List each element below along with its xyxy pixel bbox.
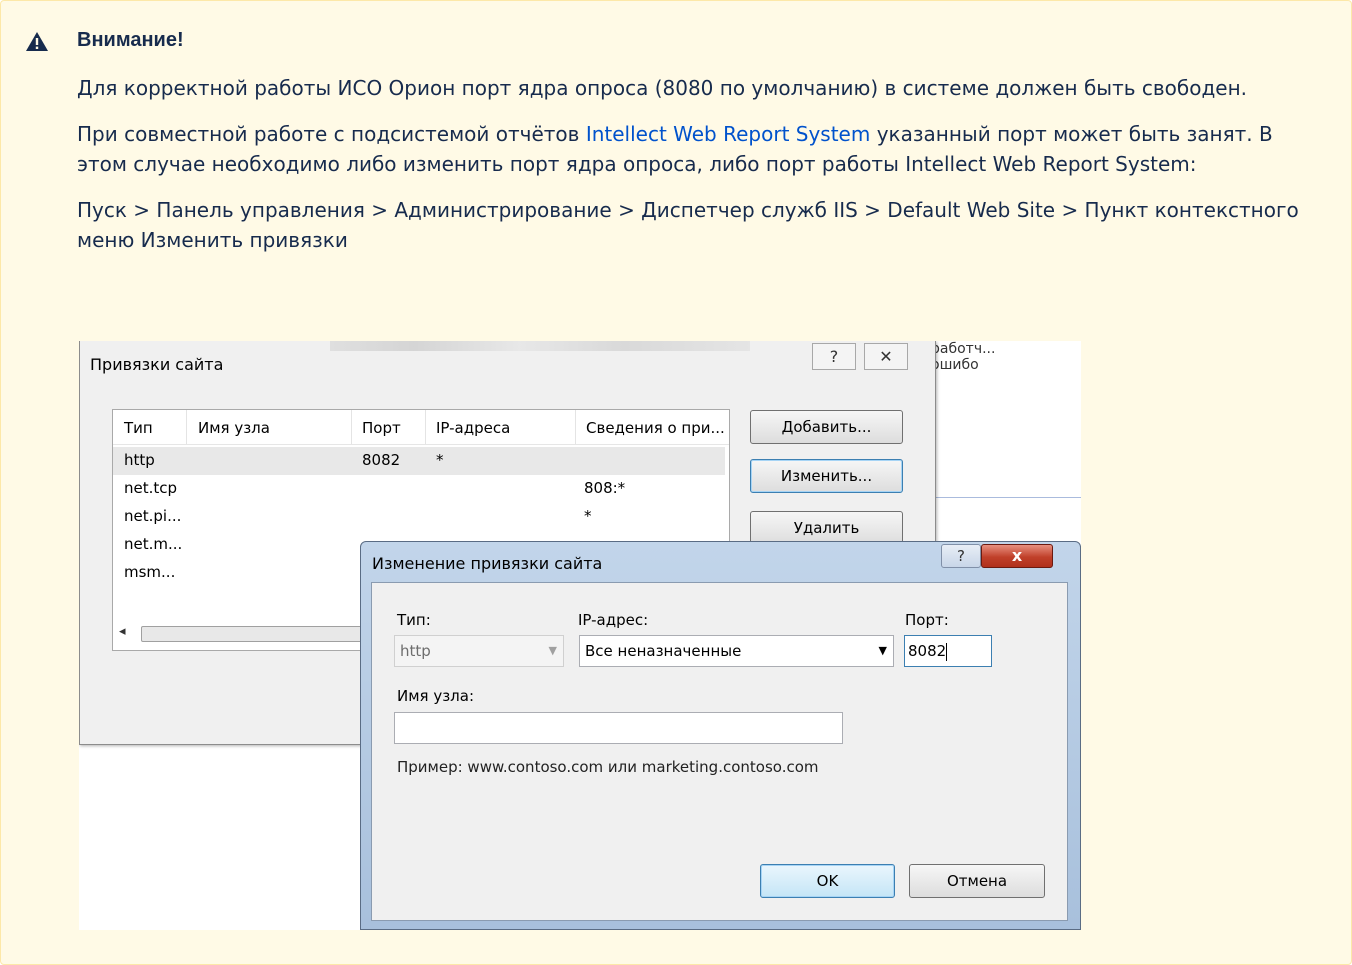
paragraph2-text-start: При совместной работе с подсистемой отчё…	[77, 122, 586, 146]
blurred-toolbar	[330, 341, 750, 351]
iis-screenshot: работч... ошибо Привязки сайта ? ✕ Тип И…	[79, 341, 1081, 930]
paragraph-navigation-path: Пуск > Панель управления > Администриров…	[77, 198, 1299, 252]
type-value: http	[400, 642, 431, 660]
background-column-1: работч...	[931, 341, 996, 357]
column-separator	[575, 410, 576, 444]
edit-binding-dialog: Изменение привязки сайта ? x Тип: http ▼…	[360, 541, 1081, 930]
column-separator	[186, 410, 187, 444]
edit-help-button[interactable]: ?	[941, 544, 981, 568]
edit-binding-title: Изменение привязки сайта	[372, 554, 603, 573]
warning-icon	[26, 32, 48, 51]
port-label: Порт:	[905, 611, 949, 629]
column-type[interactable]: Тип	[124, 419, 153, 437]
edit-binding-body: Тип: http ▼ IP-адрес: Все неназначенные …	[371, 582, 1068, 921]
edit-button[interactable]: Изменить...	[750, 459, 903, 493]
column-ip[interactable]: IP-адреса	[436, 419, 510, 437]
binding-ip: *	[436, 451, 444, 469]
port-input[interactable]: 8082	[904, 635, 992, 667]
column-host[interactable]: Имя узла	[198, 419, 270, 437]
ip-label: IP-адрес:	[578, 611, 649, 629]
binding-row[interactable]: http 8082 *	[113, 447, 725, 475]
binding-type: net.m...	[124, 535, 183, 553]
report-system-link[interactable]: Intellect Web Report System	[586, 122, 871, 146]
binding-row[interactable]: net.tcp 808:*	[113, 475, 725, 503]
close-button[interactable]: ✕	[864, 343, 908, 370]
binding-port: 8082	[362, 451, 401, 469]
paragraph-report-system: При совместной работе с подсистемой отчё…	[77, 119, 1317, 179]
column-port[interactable]: Порт	[362, 419, 401, 437]
binding-row[interactable]: net.pi... *	[113, 503, 725, 531]
bindings-list-header: Тип Имя узла Порт IP-адреса Сведения о п…	[113, 410, 729, 445]
binding-type: net.pi...	[124, 507, 182, 525]
background-column-2: ошибо	[931, 357, 979, 373]
binding-info: *	[584, 507, 592, 525]
background-divider	[934, 497, 1081, 498]
delete-button[interactable]: Удалить	[750, 511, 903, 545]
chevron-down-icon[interactable]: ▼	[879, 636, 887, 666]
binding-type: net.tcp	[124, 479, 178, 497]
text-cursor	[946, 642, 948, 661]
ip-value: Все неназначенные	[585, 642, 742, 660]
column-separator	[351, 410, 352, 444]
ok-button[interactable]: OK	[760, 864, 895, 898]
add-button[interactable]: Добавить...	[750, 410, 903, 444]
horizontal-scrollbar[interactable]: ◂	[113, 622, 373, 644]
help-icon: ?	[957, 547, 965, 565]
cancel-button[interactable]: Отмена	[909, 864, 1045, 898]
host-label: Имя узла:	[397, 687, 475, 705]
help-icon: ?	[829, 347, 839, 366]
chevron-down-icon: ▼	[548, 644, 557, 657]
warning-body: Для корректной работы ИСО Орион порт ядр…	[77, 73, 1317, 271]
binding-info: 808:*	[584, 479, 626, 497]
help-button[interactable]: ?	[812, 343, 856, 370]
close-icon: x	[1011, 546, 1023, 565]
port-value: 8082	[908, 642, 947, 660]
host-example-text: Пример: www.contoso.com или marketing.co…	[397, 758, 819, 776]
ip-select[interactable]: Все неназначенные ▼	[579, 635, 894, 667]
close-icon: ✕	[879, 347, 893, 366]
host-input[interactable]	[394, 712, 843, 744]
background-columns: работч... ошибо	[931, 341, 1081, 373]
edit-close-button[interactable]: x	[981, 544, 1053, 568]
binding-type: msm...	[124, 563, 176, 581]
column-info[interactable]: Сведения о при...	[586, 419, 725, 437]
paragraph-port-free: Для корректной работы ИСО Орион порт ядр…	[77, 76, 1248, 100]
scroll-left-icon[interactable]: ◂	[119, 624, 126, 639]
column-separator	[425, 410, 426, 444]
type-select: http ▼	[394, 635, 564, 667]
binding-type: http	[124, 451, 155, 469]
site-bindings-title: Привязки сайта	[90, 355, 224, 374]
warning-title: Внимание!	[77, 29, 184, 51]
scrollbar-thumb[interactable]	[141, 626, 373, 642]
warning-panel: Внимание! Для корректной работы ИСО Орио…	[0, 0, 1352, 965]
type-label: Тип:	[397, 611, 431, 629]
